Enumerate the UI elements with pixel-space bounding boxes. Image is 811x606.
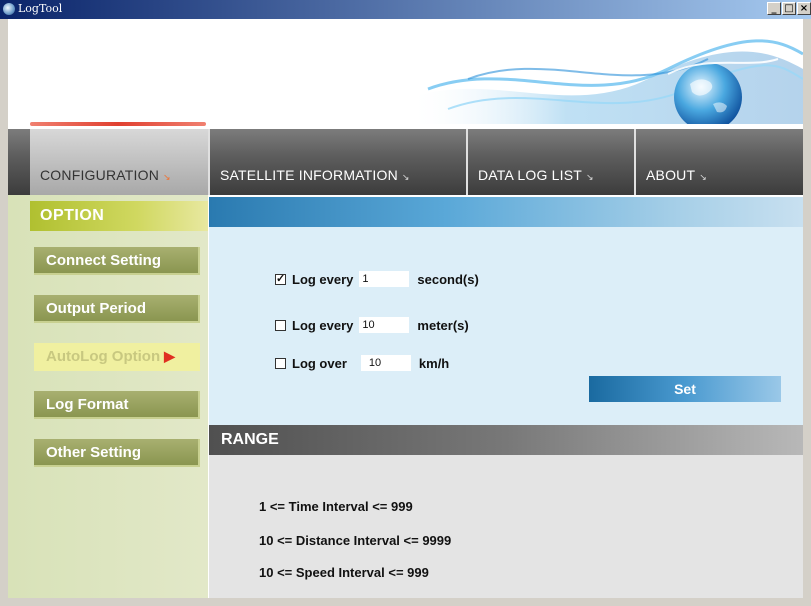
arrow-icon: ↘ bbox=[699, 172, 707, 182]
set-button[interactable]: Set bbox=[589, 376, 781, 402]
minimize-button[interactable]: _ bbox=[767, 2, 781, 15]
main-tabs: CONFIGURATION ↘ SATELLITE INFORMATION ↘ DA… bbox=[8, 129, 803, 195]
options-header-bar bbox=[209, 197, 803, 227]
range-header: RANGE bbox=[209, 425, 803, 455]
arrow-icon: ↘ bbox=[163, 172, 171, 182]
log-speed-checkbox[interactable] bbox=[275, 357, 286, 369]
arrow-icon: ↘ bbox=[586, 172, 594, 182]
globe-wave-graphic bbox=[408, 39, 803, 124]
option-sidebar: OPTION Connect Setting Output Period Aut… bbox=[8, 195, 208, 598]
sidebar-item-connect-setting[interactable]: Connect Setting bbox=[34, 247, 200, 275]
title-bar: LogTool _ □ × bbox=[0, 0, 811, 19]
sidebar-item-output-period[interactable]: Output Period bbox=[34, 295, 200, 323]
arrow-icon: ↘ bbox=[401, 172, 410, 182]
close-button[interactable]: × bbox=[797, 2, 811, 15]
option-row-speed: Log over 10 km/h bbox=[275, 355, 449, 371]
range-time-text: 1 <= Time Interval <= 999 bbox=[259, 499, 413, 514]
range-distance-text: 10 <= Distance Interval <= 9999 bbox=[259, 533, 452, 548]
option-row-time: ✓ Log every 1 second(s) bbox=[275, 271, 479, 287]
tab-satellite-information[interactable]: SATELLITE INFORMATION ↘ bbox=[210, 129, 466, 195]
active-arrow-icon: ▶ bbox=[164, 348, 175, 364]
range-speed-text: 10 <= Speed Interval <= 999 bbox=[259, 565, 429, 580]
app-icon bbox=[3, 3, 15, 15]
time-interval-input[interactable]: 1 bbox=[359, 271, 410, 287]
log-time-checkbox[interactable]: ✓ bbox=[275, 273, 286, 285]
sidebar-item-log-format[interactable]: Log Format bbox=[34, 391, 200, 419]
app-client-area: CONFIGURATION ↘ SATELLITE INFORMATION ↘ DA… bbox=[8, 19, 803, 598]
sidebar-item-other-setting[interactable]: Other Setting bbox=[34, 439, 200, 467]
window-controls: _ □ × bbox=[767, 2, 811, 15]
option-heading: OPTION bbox=[30, 201, 208, 231]
log-distance-checkbox[interactable] bbox=[275, 319, 286, 331]
speed-interval-input[interactable]: 10 bbox=[360, 355, 411, 371]
maximize-button[interactable]: □ bbox=[782, 2, 796, 15]
range-panel: 1 <= Time Interval <= 999 10 <= Distance… bbox=[209, 455, 803, 598]
autolog-options-panel: ✓ Log every 1 second(s) Log every 10 met… bbox=[209, 227, 803, 425]
sidebar-item-autolog-option[interactable]: AutoLog Option ▶ bbox=[34, 343, 200, 371]
tab-data-log-list[interactable]: DATA LOG LIST ↘ bbox=[468, 129, 634, 195]
header-banner bbox=[8, 19, 803, 129]
tab-configuration[interactable]: CONFIGURATION ↘ bbox=[30, 129, 208, 195]
accent-underline bbox=[30, 122, 206, 126]
option-row-distance: Log every 10 meter(s) bbox=[275, 317, 469, 333]
distance-interval-input[interactable]: 10 bbox=[359, 317, 410, 333]
tab-about[interactable]: ABOUT ↘ bbox=[636, 129, 803, 195]
window-title: LogTool bbox=[18, 2, 63, 15]
